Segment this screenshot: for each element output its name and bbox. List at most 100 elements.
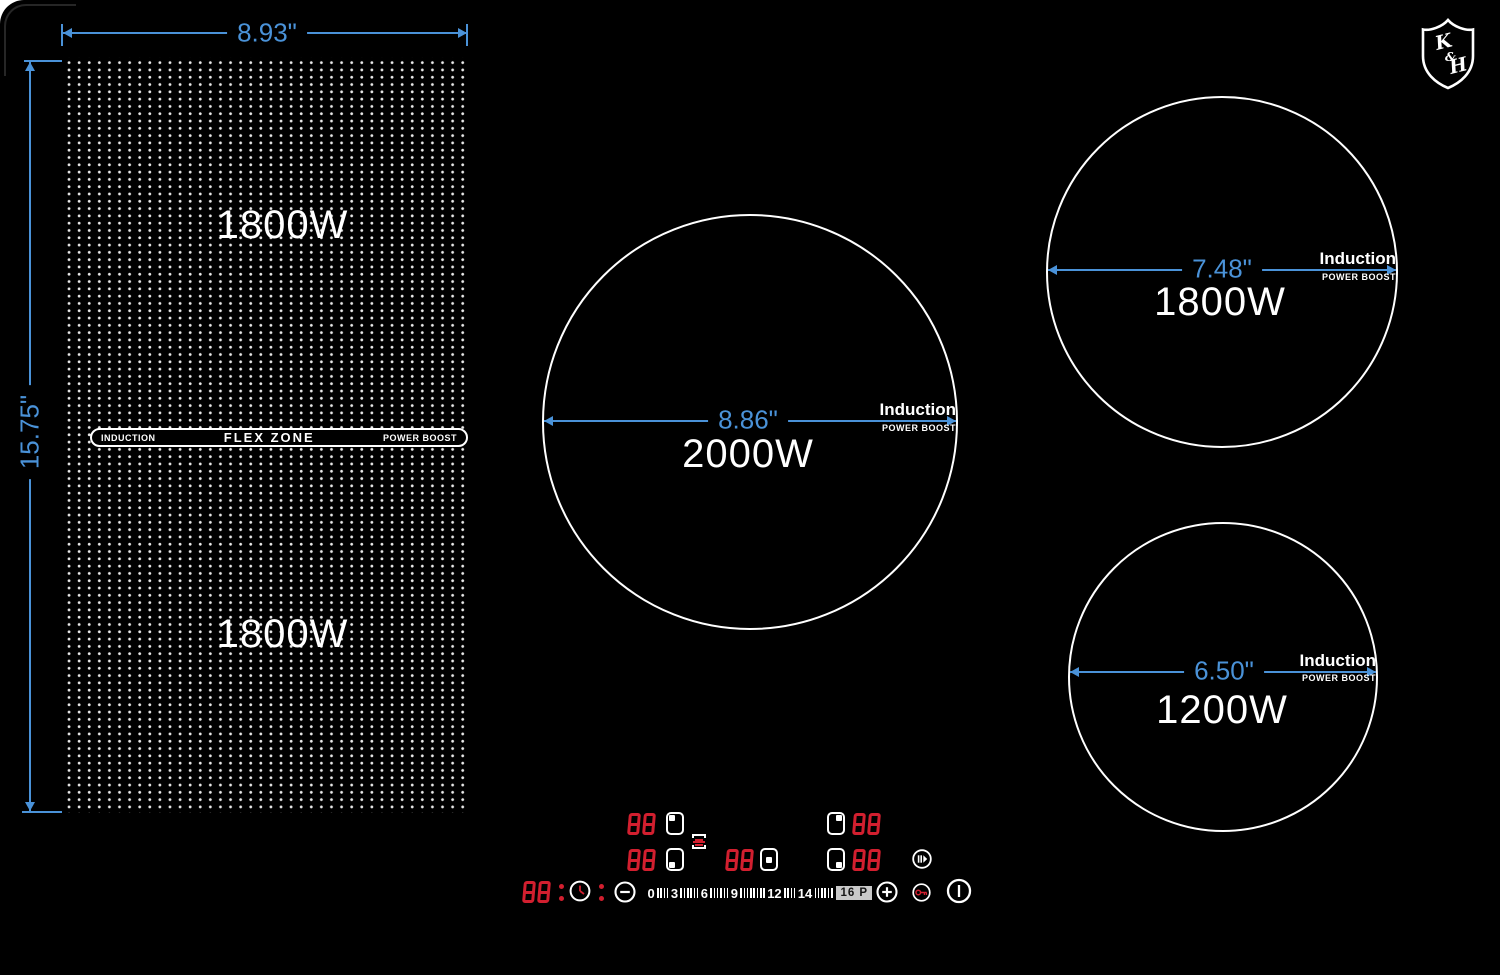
flex-zone-label: FLEX ZONE: [223, 430, 315, 445]
flex-zone-top-power-label: 1800W: [216, 203, 349, 247]
scale-tick: [753, 888, 755, 898]
scale-tick: [657, 888, 659, 898]
pause-resume-icon[interactable]: [912, 849, 932, 869]
scale-tick: [713, 888, 716, 898]
seven-segment-digit: [521, 881, 536, 903]
timer-clock-icon[interactable]: [569, 880, 591, 902]
display-center-burner: [724, 849, 754, 871]
bottom-right-burner-induction-label: Induction: [1299, 651, 1376, 670]
scale-tick: [763, 888, 765, 898]
scale-tick: [693, 888, 696, 898]
flex-induction-label: INDUCTION: [101, 432, 156, 443]
minus-button[interactable]: [614, 881, 636, 903]
bottom-right-burner-boost-label: POWER BOOST: [1301, 673, 1376, 683]
scale-tick: [723, 888, 726, 898]
display-flex-top: [626, 813, 656, 835]
flex-width-dimension: 8.93": [227, 17, 307, 49]
scale-tick: [716, 888, 719, 898]
display-bottom-right-burner: [851, 849, 881, 871]
flex-height-dimension: 15.75": [14, 384, 46, 480]
seven-segment-digit: [851, 849, 866, 871]
timer-colon-dot: [599, 884, 604, 889]
dim-arrow-left: [63, 28, 72, 38]
bridge-zones-icon[interactable]: [692, 834, 706, 849]
dim-arrow-left: [1048, 265, 1057, 275]
plus-button[interactable]: [876, 881, 898, 903]
scale-tick: [683, 888, 686, 898]
scale-tick: [743, 888, 746, 898]
scale-tick: [750, 888, 752, 898]
power-button[interactable]: [946, 878, 972, 904]
cooktop-surface: 1800W 1800W INDUCTION FLEX ZONE POWER BO…: [0, 0, 1500, 975]
timer-colon-dot: [559, 884, 564, 889]
zone-icon-center[interactable]: [760, 848, 778, 871]
center-burner-boost-label: POWER BOOST: [881, 423, 956, 433]
scale-label: 6: [700, 885, 709, 901]
timer-colon-dot: [559, 896, 564, 901]
center-burner-diameter: 8.86": [708, 404, 788, 436]
seven-segment-digit: [851, 813, 866, 835]
timer-colon-dot: [599, 896, 604, 901]
seven-segment-digit: [641, 849, 656, 871]
seven-segment-digit: [536, 881, 551, 903]
scale-tick: [793, 888, 796, 898]
scale-tick: [687, 888, 689, 898]
top-right-burner-boost-label: POWER BOOST: [1321, 272, 1396, 282]
display-top-right-burner: [851, 813, 881, 835]
seven-segment-digit: [626, 849, 641, 871]
top-right-burner-power: 1800W: [1154, 280, 1286, 324]
zone-icon-bottom-right[interactable]: [827, 848, 845, 871]
scale-tick: [740, 888, 742, 898]
scale-tick: [827, 888, 830, 898]
scale-tick: [814, 888, 817, 898]
flex-zone-bottom-power-label: 1800W: [216, 612, 349, 656]
product-image: 1800W 1800W INDUCTION FLEX ZONE POWER BO…: [0, 0, 1500, 975]
display-timer: [521, 881, 551, 903]
scale-tick: [831, 888, 833, 898]
scale-tick: [680, 888, 682, 898]
top-right-burner-induction-label: Induction: [1319, 249, 1396, 268]
scale-tick: [790, 888, 793, 898]
scale-tick: [756, 888, 759, 898]
scale-tick: [824, 888, 826, 898]
zone-icon-flex-bottom[interactable]: [666, 848, 684, 871]
scale-label: 12: [767, 885, 782, 901]
seven-segment-digit: [641, 813, 656, 835]
center-burner-power: 2000W: [682, 432, 814, 476]
scale-label: 0: [647, 885, 655, 901]
scale-boost-label: 16 P: [836, 886, 873, 900]
flex-power-boost-label: POWER BOOST: [382, 432, 457, 443]
scale-tick: [663, 888, 666, 898]
dim-tick: [22, 811, 62, 813]
center-burner-induction-label: Induction: [879, 400, 956, 419]
flex-zone-badge: INDUCTION FLEX ZONE POWER BOOST: [90, 428, 468, 447]
scale-tick: [666, 888, 669, 898]
seven-segment-digit: [739, 849, 754, 871]
scale-tick: [720, 888, 722, 898]
seven-segment-digit: [866, 813, 881, 835]
power-scale[interactable]: 0 3 6 9 12 14 16 P: [646, 884, 873, 902]
scale-label: 14: [797, 885, 813, 901]
child-lock-key-icon[interactable]: [912, 883, 931, 902]
brand-shield-logo: K & H: [1421, 18, 1475, 90]
scale-tick: [787, 888, 789, 898]
dim-arrow-right: [458, 28, 467, 38]
scale-tick: [817, 888, 820, 898]
scale-tick: [821, 888, 823, 898]
display-flex-bottom: [626, 849, 656, 871]
scale-label: 9: [730, 885, 738, 901]
bottom-right-burner-power: 1200W: [1156, 688, 1288, 732]
scale-tick: [760, 888, 762, 898]
scale-tick: [746, 888, 749, 898]
scale-tick: [726, 888, 729, 898]
seven-segment-digit: [724, 849, 739, 871]
scale-label: 3: [670, 885, 679, 901]
dim-arrow-left: [544, 416, 553, 426]
zone-icon-flex-top[interactable]: [666, 812, 684, 835]
dim-arrow-down: [25, 802, 35, 811]
dim-arrow-left: [1070, 667, 1079, 677]
scale-tick: [690, 888, 692, 898]
dim-arrow-up: [25, 62, 35, 71]
seven-segment-digit: [626, 813, 641, 835]
zone-icon-top-right[interactable]: [827, 812, 845, 835]
